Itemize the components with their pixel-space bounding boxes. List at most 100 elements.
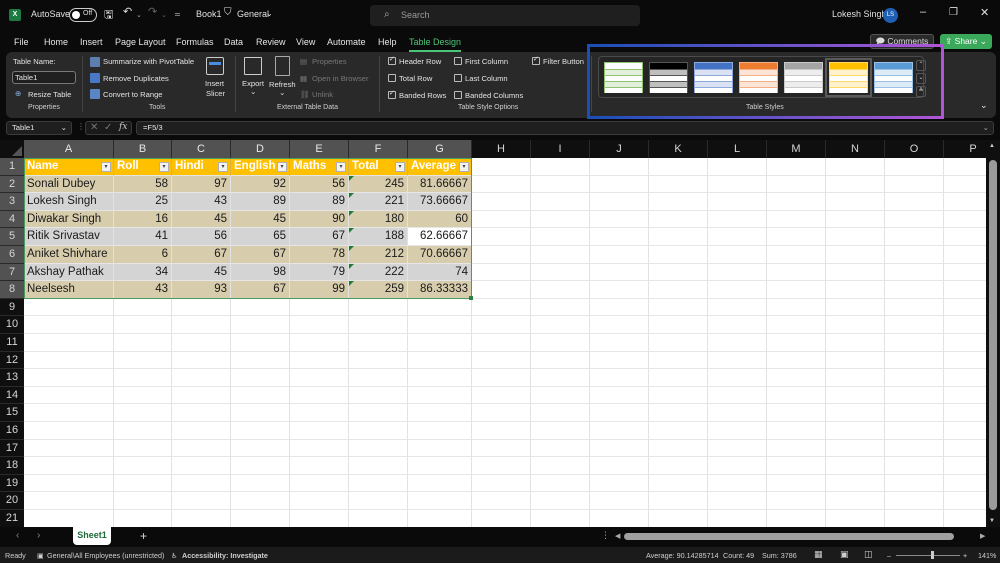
value-cell[interactable]: 90 (290, 210, 349, 229)
row-header-12[interactable]: 12 (0, 351, 24, 370)
row-header-4[interactable]: 4 (0, 210, 24, 229)
cell[interactable] (349, 457, 408, 475)
row-header-16[interactable]: 16 (0, 422, 24, 440)
cell[interactable] (708, 351, 767, 370)
cell[interactable] (349, 474, 408, 493)
cell[interactable] (24, 316, 114, 334)
column-header-d[interactable]: D (231, 140, 290, 158)
cell[interactable] (24, 404, 114, 422)
cell[interactable] (767, 439, 826, 458)
save-icon[interactable]: 🖫 (104, 6, 113, 25)
table-header-cell[interactable]: English ▾ (231, 158, 290, 176)
cell[interactable] (708, 422, 767, 440)
value-cell[interactable]: 89 (290, 193, 349, 211)
cell[interactable] (472, 246, 531, 264)
cell[interactable] (349, 298, 408, 317)
cell[interactable] (649, 228, 708, 246)
cell[interactable] (531, 404, 590, 422)
cell[interactable] (290, 369, 349, 387)
name-cell[interactable]: Akshay Pathak (24, 263, 114, 282)
cell[interactable] (885, 263, 944, 282)
cell[interactable] (349, 351, 408, 370)
share-dropdown-icon[interactable]: ⌄ (977, 36, 987, 46)
cell[interactable] (408, 334, 472, 352)
chevron-down-icon[interactable]: ⌄ (266, 9, 273, 18)
column-header-i[interactable]: I (531, 140, 590, 158)
error-indicator-icon[interactable] (349, 175, 354, 181)
cell[interactable] (590, 492, 649, 510)
row-header-10[interactable]: 10 (0, 316, 24, 334)
value-cell[interactable]: 45 (172, 210, 231, 229)
cell[interactable] (826, 298, 885, 317)
prev-sheet-icon[interactable]: ‹ (16, 530, 19, 541)
cell[interactable] (408, 404, 472, 422)
cell[interactable] (708, 158, 767, 176)
cell[interactable] (290, 510, 349, 527)
row-header-8[interactable]: 8 (0, 281, 24, 299)
cancel-icon[interactable]: ✕ (90, 122, 98, 133)
cell[interactable] (172, 316, 231, 334)
column-header-l[interactable]: L (708, 140, 767, 158)
cell[interactable] (885, 298, 944, 317)
tab-data[interactable]: Data (224, 37, 243, 47)
cell[interactable] (531, 474, 590, 493)
redo-dropdown-icon[interactable]: ⌄ (161, 11, 167, 19)
row-header-19[interactable]: 19 (0, 474, 24, 493)
cell[interactable] (590, 457, 649, 475)
avatar[interactable]: LS (883, 8, 898, 23)
cell[interactable] (590, 369, 649, 387)
cell[interactable] (767, 351, 826, 370)
cell[interactable] (590, 193, 649, 211)
zoom-level[interactable]: 141% (978, 551, 996, 560)
cell[interactable] (590, 422, 649, 440)
name-cell[interactable]: Neelsesh (24, 281, 114, 299)
cell[interactable] (649, 457, 708, 475)
row-header-15[interactable]: 15 (0, 404, 24, 422)
cell[interactable] (590, 281, 649, 299)
cell[interactable] (885, 281, 944, 299)
cell[interactable] (290, 422, 349, 440)
cell[interactable] (885, 228, 944, 246)
value-cell[interactable]: 67 (172, 246, 231, 264)
cell[interactable] (472, 422, 531, 440)
cell[interactable] (767, 457, 826, 475)
cell[interactable] (472, 228, 531, 246)
cell[interactable] (172, 457, 231, 475)
filter-dropdown-icon[interactable]: ▾ (336, 162, 346, 172)
value-cell[interactable]: 65 (231, 228, 290, 246)
cell[interactable] (172, 404, 231, 422)
cell[interactable] (408, 351, 472, 370)
more-options-icon[interactable]: ⋮ (77, 122, 85, 131)
cell[interactable] (172, 334, 231, 352)
row-header-3[interactable]: 3 (0, 193, 24, 211)
cell[interactable] (114, 334, 172, 352)
document-name[interactable]: Book1 (196, 9, 222, 19)
cell[interactable] (590, 263, 649, 282)
enter-icon[interactable]: ✓ (104, 122, 112, 133)
cell[interactable] (885, 246, 944, 264)
value-cell[interactable]: 99 (290, 281, 349, 299)
cell[interactable] (472, 439, 531, 458)
search-box[interactable]: ⌕ Search (370, 5, 640, 26)
cell[interactable] (472, 457, 531, 475)
value-cell[interactable]: 81.66667 (408, 175, 472, 194)
redo-icon[interactable]: ↷ (148, 5, 157, 18)
cell[interactable] (767, 228, 826, 246)
tab-help[interactable]: Help (378, 37, 397, 47)
cell[interactable] (590, 158, 649, 176)
cell[interactable] (767, 263, 826, 282)
zoom-slider-track[interactable] (896, 555, 960, 556)
cell[interactable] (24, 334, 114, 352)
row-header-17[interactable]: 17 (0, 439, 24, 458)
cell[interactable] (708, 175, 767, 194)
cell[interactable] (531, 439, 590, 458)
cell[interactable] (24, 457, 114, 475)
cell[interactable] (590, 386, 649, 405)
cell[interactable] (590, 316, 649, 334)
cell[interactable] (472, 351, 531, 370)
value-cell[interactable]: 60 (408, 210, 472, 229)
cell[interactable] (885, 369, 944, 387)
cell[interactable] (767, 158, 826, 176)
scroll-down-icon[interactable]: ▼ (989, 518, 995, 524)
cell[interactable] (408, 422, 472, 440)
